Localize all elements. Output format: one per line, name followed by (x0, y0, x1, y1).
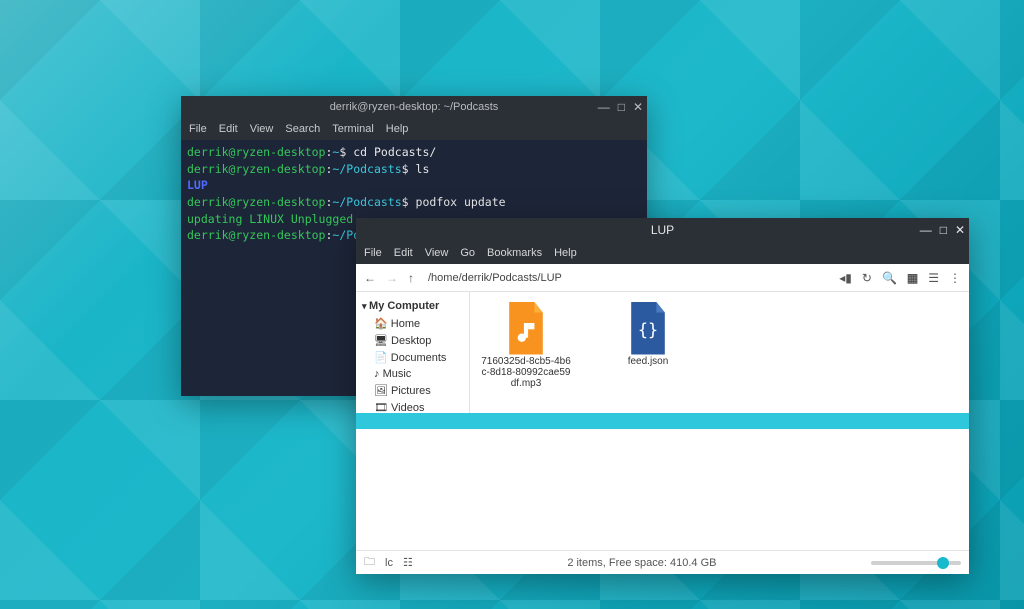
menu-file[interactable]: File (364, 247, 382, 259)
search-icon[interactable]: 🔍 (882, 271, 897, 285)
compact-view-button[interactable]: ⋮ (949, 271, 961, 285)
menu-search[interactable]: Search (285, 123, 320, 135)
sidebar-item-music[interactable]: ♪ Music (360, 366, 465, 382)
fm-statusbar: 🗀 lc ☷ 2 items, Free space: 410.4 GB (356, 550, 969, 574)
menu-help[interactable]: Help (386, 123, 409, 135)
path-bar[interactable]: /home/derrik/Podcasts/LUP (424, 272, 829, 284)
sidebar-item-videos[interactable]: 🎞 Videos (360, 399, 465, 413)
file-manager-window: LUP — □ ✕ File Edit View Go Bookmarks He… (356, 218, 969, 574)
audio-file-icon (505, 302, 547, 352)
menu-view[interactable]: View (425, 247, 449, 259)
fm-title: LUP (651, 223, 674, 237)
zoom-slider[interactable] (871, 561, 961, 565)
location-toggle-icon[interactable]: ◂▮ (839, 271, 852, 285)
folder-icon[interactable]: 🗀 (364, 553, 375, 572)
fm-lower-blank (356, 429, 969, 550)
close-button[interactable]: ✕ (633, 101, 643, 113)
menu-edit[interactable]: Edit (394, 247, 413, 259)
accent-strip (356, 413, 969, 429)
icon-view-button[interactable]: ▦ (907, 271, 918, 285)
terminal-titlebar[interactable]: derrik@ryzen-desktop: ~/Podcasts — □ ✕ (181, 96, 647, 118)
status-text: 2 items, Free space: 410.4 GB (423, 557, 861, 569)
maximize-button[interactable]: □ (618, 101, 625, 113)
list-view-button[interactable]: ☰ (928, 271, 939, 285)
fm-titlebar[interactable]: LUP — □ ✕ (356, 218, 969, 242)
file-mp3[interactable]: 7160325d-8cb5-4b6c-8d18-80992cae59df.mp3 (480, 302, 572, 389)
sidebar-item-documents[interactable]: 📄 Documents (360, 349, 465, 366)
file-label: feed.json (602, 356, 694, 367)
menu-terminal[interactable]: Terminal (332, 123, 374, 135)
fm-content[interactable]: 7160325d-8cb5-4b6c-8d18-80992cae59df.mp3… (470, 292, 969, 413)
menu-file[interactable]: File (189, 123, 207, 135)
sidebar-item-desktop[interactable]: 🖥 Desktop (360, 332, 465, 349)
terminal-line: derrik@ryzen-desktop:~$ cd Podcasts/ (187, 144, 641, 161)
terminal-title: derrik@ryzen-desktop: ~/Podcasts (330, 101, 499, 113)
terminal-menubar: File Edit View Search Terminal Help (181, 118, 647, 140)
menu-bookmarks[interactable]: Bookmarks (487, 247, 542, 259)
minimize-button[interactable]: — (598, 101, 610, 113)
sidebar-section-my-computer[interactable]: My Computer (362, 300, 465, 312)
terminal-line: derrik@ryzen-desktop:~/Podcasts$ podfox … (187, 194, 641, 211)
forward-button[interactable]: → (386, 271, 398, 285)
reload-icon[interactable]: ↻ (862, 271, 872, 285)
close-button[interactable]: ✕ (955, 223, 965, 237)
sidebar-item-pictures[interactable]: 🖼 Pictures (360, 382, 465, 399)
terminal-line: derrik@ryzen-desktop:~/Podcasts$ ls (187, 161, 641, 178)
fm-sidebar: My Computer 🏠 Home 🖥 Desktop 📄 Documents… (356, 292, 470, 413)
file-label: 7160325d-8cb5-4b6c-8d18-80992cae59df.mp3 (480, 356, 572, 389)
menu-edit[interactable]: Edit (219, 123, 238, 135)
maximize-button[interactable]: □ (940, 223, 947, 237)
file-json[interactable]: {} feed.json (602, 302, 694, 367)
fm-menubar: File Edit View Go Bookmarks Help (356, 242, 969, 264)
sidebar-item-home[interactable]: 🏠 Home (360, 315, 465, 332)
minimize-button[interactable]: — (920, 223, 932, 237)
svg-text:{}: {} (638, 320, 658, 340)
tree-icon[interactable]: ☷ (403, 556, 413, 569)
back-button[interactable]: ← (364, 271, 376, 285)
status-left: lc (385, 557, 393, 569)
menu-view[interactable]: View (250, 123, 274, 135)
menu-help[interactable]: Help (554, 247, 577, 259)
fm-toolbar: ← → ↑ /home/derrik/Podcasts/LUP ◂▮ ↻ 🔍 ▦… (356, 264, 969, 292)
up-button[interactable]: ↑ (408, 271, 414, 285)
menu-go[interactable]: Go (460, 247, 475, 259)
terminal-line: LUP (187, 177, 641, 194)
zoom-knob[interactable] (937, 557, 949, 569)
json-file-icon: {} (627, 302, 669, 352)
